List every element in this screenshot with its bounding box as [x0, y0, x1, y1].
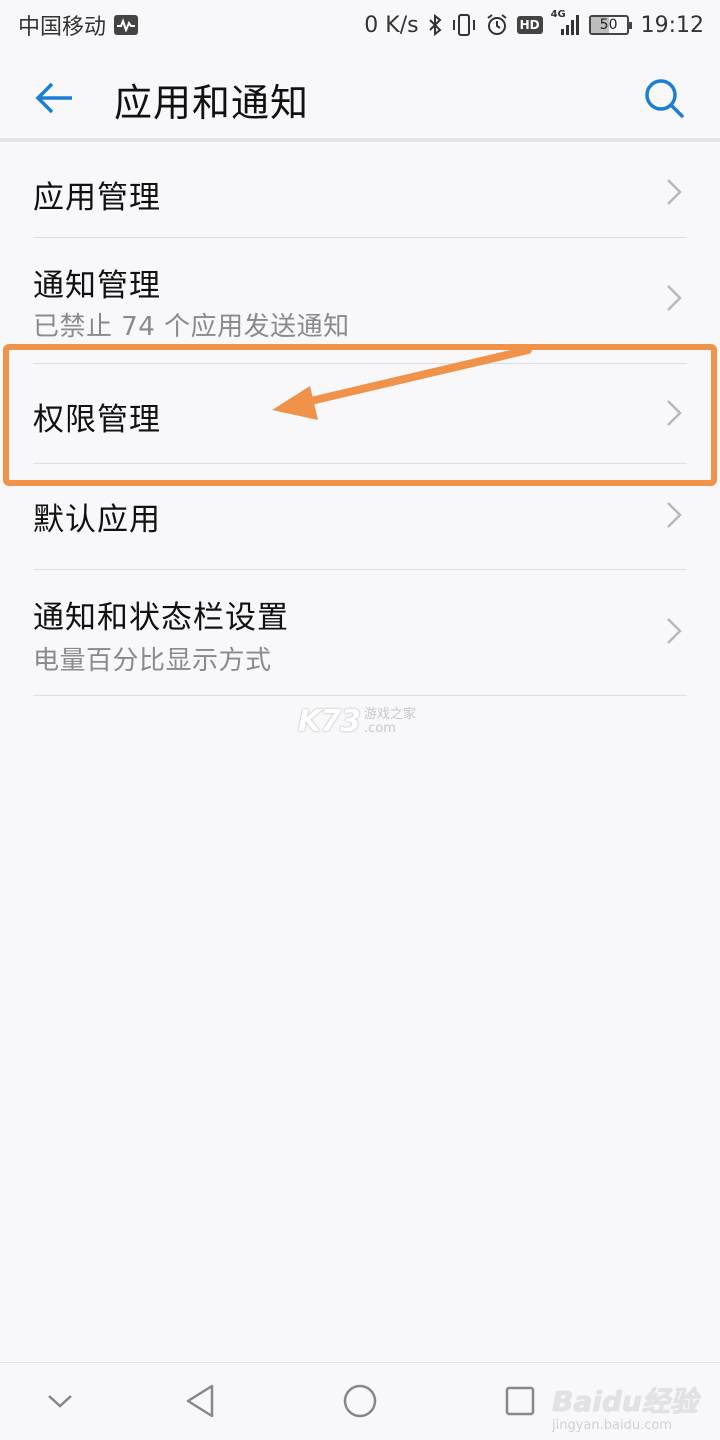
item-subtitle: 已禁止 74 个应用发送通知 [33, 312, 350, 342]
signal-icon: 4G [551, 9, 581, 37]
k73-watermark: K73 游戏之家 .com [298, 704, 416, 739]
battery-level: 50 [599, 17, 618, 33]
alarm-icon [485, 13, 509, 37]
status-bar: 中国移动 0 K/s HD 4G 50 19:12 [0, 0, 720, 50]
back-triangle-icon [186, 1384, 214, 1418]
item-title: 应用管理 [33, 180, 161, 216]
list-item-notification-statusbar-settings[interactable]: 通知和状态栏设置 电量百分比显示方式 [0, 570, 720, 696]
nav-back-button[interactable] [180, 1381, 220, 1421]
home-circle-icon [343, 1384, 377, 1418]
chevron-right-icon [667, 285, 682, 311]
collapse-nav-button[interactable] [40, 1381, 80, 1421]
status-right: 0 K/s HD 4G 50 19:12 [364, 9, 704, 38]
watermark-line2: .com [364, 720, 396, 736]
clock: 19:12 [640, 12, 704, 38]
chevron-right-icon [667, 502, 682, 528]
network-speed: 0 K/s [364, 12, 419, 38]
chevron-right-icon [667, 179, 682, 205]
signal-label: 4G [550, 9, 566, 20]
item-title: 通知管理 [33, 268, 161, 304]
back-arrow-icon [35, 82, 72, 114]
item-title: 权限管理 [33, 402, 161, 438]
bluetooth-icon [427, 13, 443, 37]
page-title: 应用和通知 [114, 81, 310, 125]
nav-recents-button[interactable] [500, 1381, 540, 1421]
item-subtitle: 电量百分比显示方式 [33, 646, 272, 676]
divider [33, 695, 687, 696]
chevron-right-icon [667, 400, 682, 426]
watermark-brand: K73 [298, 704, 361, 739]
status-left: 中国移动 [18, 9, 139, 41]
collapse-chevron-icon [48, 1395, 72, 1408]
list-item-default-apps[interactable]: 默认应用 [0, 464, 720, 570]
recents-square-icon [505, 1386, 535, 1416]
list-item-permission-management[interactable]: 权限管理 [0, 364, 720, 464]
hd-icon: HD [516, 16, 543, 34]
system-nav-bar [0, 1362, 720, 1440]
vibrate-icon [451, 13, 477, 37]
watermark-line1: 游戏之家 [364, 706, 417, 722]
list-item-app-management[interactable]: 应用管理 [0, 142, 720, 238]
settings-list: 应用管理 通知管理 已禁止 74 个应用发送通知 权限管理 默认应用 通知和状态… [0, 142, 720, 696]
battery-icon: 50 [588, 15, 632, 35]
search-icon [645, 79, 684, 118]
back-button[interactable] [32, 76, 76, 120]
app-header: 应用和通知 [0, 50, 720, 142]
nav-home-button[interactable] [340, 1381, 380, 1421]
item-title: 默认应用 [33, 502, 161, 538]
search-button[interactable] [640, 74, 688, 122]
chevron-right-icon [667, 618, 682, 644]
item-title: 通知和状态栏设置 [33, 600, 289, 636]
list-item-notification-management[interactable]: 通知管理 已禁止 74 个应用发送通知 [0, 238, 720, 364]
carrier-label: 中国移动 [18, 15, 107, 40]
watermark-side: 游戏之家 .com [364, 706, 417, 736]
activity-icon [114, 15, 139, 35]
